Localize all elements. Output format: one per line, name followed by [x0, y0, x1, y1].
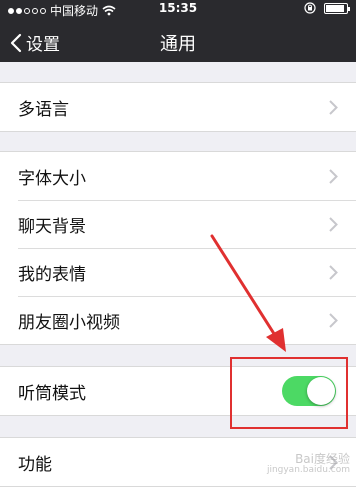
chevron-right-icon	[329, 217, 338, 232]
settings-group-display: 字体大小 聊天背景 我的表情 朋友圈小视频	[0, 151, 356, 345]
list-item-label: 聊天背景	[18, 216, 86, 237]
top-bar: 中国移动 15:35 设置 通用	[0, 0, 356, 62]
annotation-highlight-box	[230, 357, 348, 429]
navigation-bar: 设置 通用	[0, 24, 356, 62]
page-title: 通用	[160, 34, 196, 55]
list-item-chat-background[interactable]: 聊天背景	[0, 200, 356, 248]
list-item-font-size[interactable]: 字体大小	[0, 152, 356, 200]
status-bar: 中国移动 15:35	[0, 0, 356, 18]
clock-time: 15:35	[158, 1, 198, 15]
watermark: Bai度经验 jingyan.baidu.com	[266, 452, 350, 476]
list-item-my-stickers[interactable]: 我的表情	[0, 248, 356, 296]
list-item-label: 功能	[18, 454, 52, 475]
chevron-right-icon	[329, 265, 338, 280]
rotation-lock-icon	[304, 2, 316, 14]
chevron-right-icon	[329, 100, 338, 115]
chevron-right-icon	[329, 169, 338, 184]
chevron-right-icon	[329, 313, 338, 328]
list-item-label: 朋友圈小视频	[18, 312, 120, 333]
settings-group-language: 多语言	[0, 82, 356, 132]
watermark-url: jingyan.baidu.com	[266, 465, 350, 476]
list-item-label: 多语言	[18, 99, 69, 120]
list-item-language[interactable]: 多语言	[0, 83, 356, 131]
list-item-label: 听筒模式	[18, 383, 86, 404]
list-item-label: 我的表情	[18, 264, 86, 285]
battery-icon	[324, 2, 350, 14]
list-item-label: 字体大小	[18, 168, 86, 189]
list-item-moments-video[interactable]: 朋友圈小视频	[0, 296, 356, 344]
